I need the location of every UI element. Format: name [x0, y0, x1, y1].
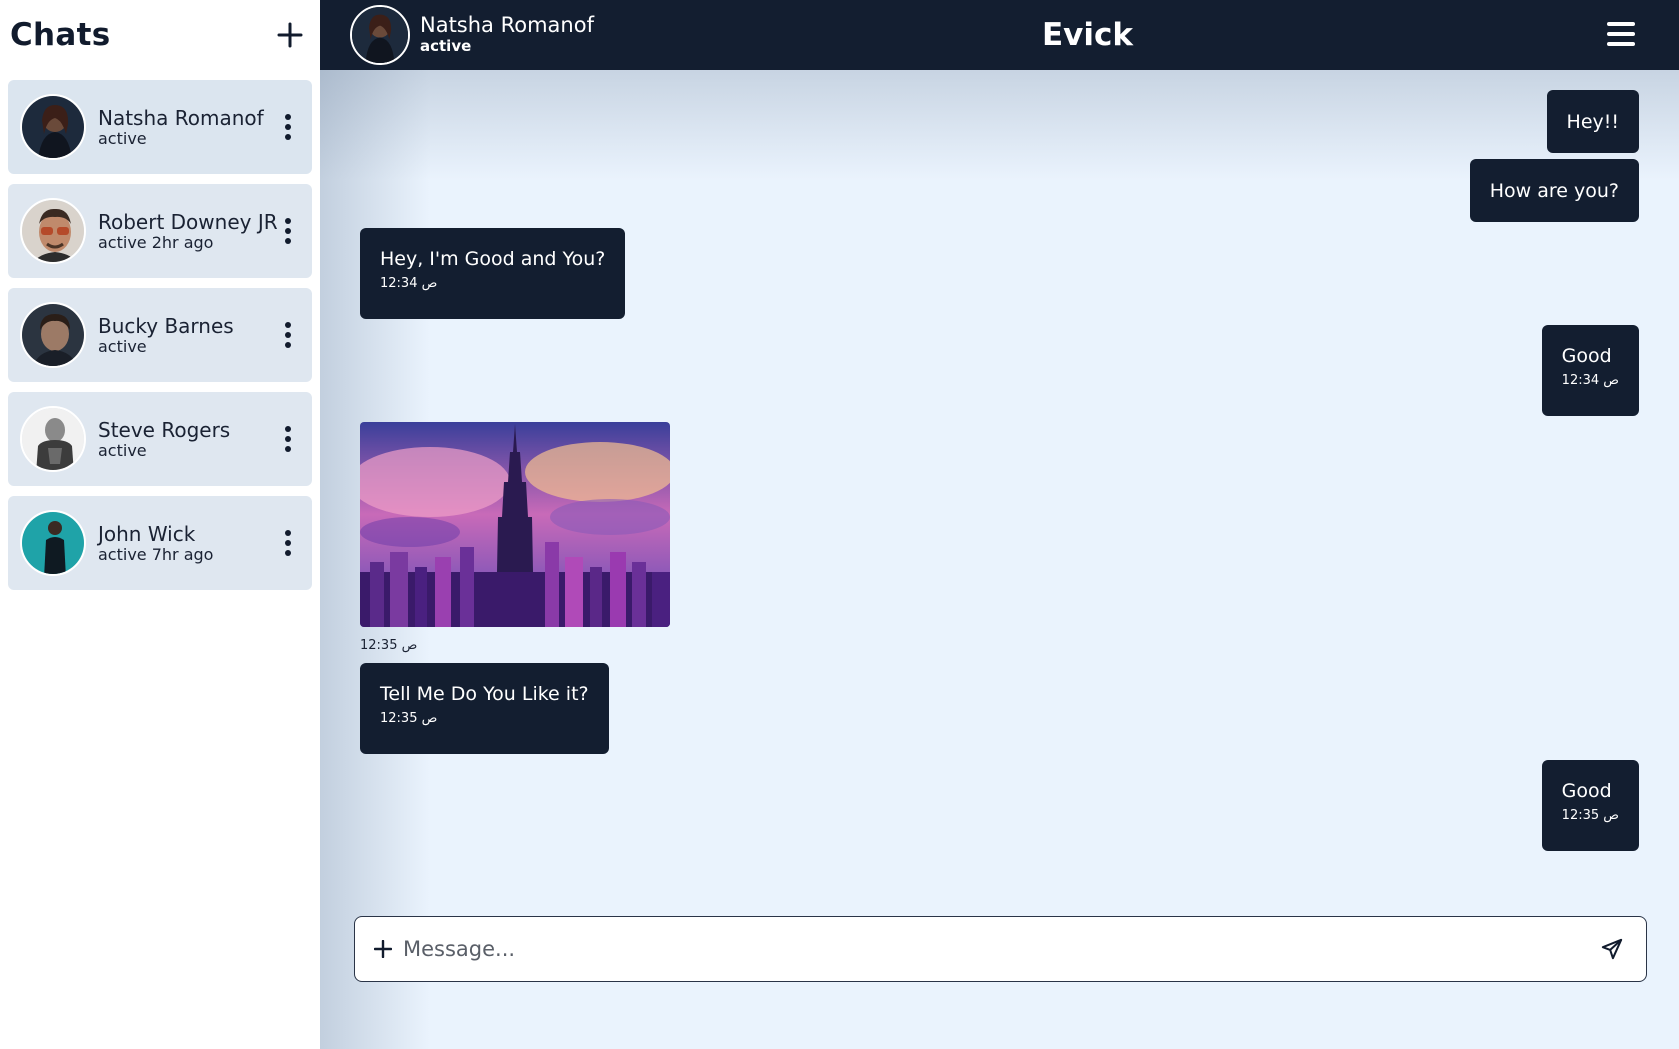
chat-item-john-wick[interactable]: John Wick active 7hr ago: [8, 496, 312, 590]
plus-icon: [374, 940, 392, 958]
hamburger-menu-icon[interactable]: [1607, 22, 1635, 46]
add-chat-button[interactable]: [272, 17, 308, 53]
chat-status: active 7hr ago: [98, 544, 214, 564]
chat-name: Bucky Barnes: [98, 313, 234, 338]
contact-name: Natsha Romanof: [420, 13, 594, 37]
message-time: 12:34 ص: [1561, 373, 1619, 388]
message-text: Hey, I'm Good and You?: [380, 248, 606, 270]
message-time: 12:35 ص: [380, 711, 438, 726]
message-bubble-sent: Good 12:35 ص: [1541, 760, 1639, 851]
chat-item-robert-downey-jr[interactable]: Robert Downey JR active 2hr ago: [8, 184, 312, 278]
send-icon: [1601, 938, 1623, 960]
sidebar-title: Chats: [10, 17, 111, 53]
more-options-icon[interactable]: [276, 317, 300, 353]
message-time: 12:34 ص: [380, 276, 438, 291]
chat-name: Natsha Romanof: [98, 105, 264, 130]
message-image[interactable]: [360, 422, 670, 627]
attach-button[interactable]: [363, 929, 403, 969]
avatar: [20, 94, 86, 160]
avatar: [20, 198, 86, 264]
chat-list: Natsha Romanof active Robert Downey JR a…: [8, 80, 312, 600]
message-bubble-received: Tell Me Do You Like it? 12:35 ص: [360, 663, 609, 754]
message-bubble-sent: Good 12:34 ص: [1541, 325, 1639, 416]
avatar: [20, 406, 86, 472]
chat-header: Natsha Romanof active Evick: [320, 0, 1679, 70]
contact-status: active: [420, 37, 472, 55]
chat-name: Steve Rogers: [98, 417, 231, 442]
plus-icon: [277, 22, 303, 48]
avatar: [20, 302, 86, 368]
sidebar-header: Chats: [0, 0, 320, 70]
contact-info: Natsha Romanof active: [420, 13, 594, 55]
chat-status: active: [98, 336, 147, 356]
chat-name: Robert Downey JR: [98, 209, 278, 234]
message-list: Hey!! How are you? Hey, I'm Good and You…: [320, 70, 1679, 910]
message-text: Hey!!: [1566, 110, 1619, 133]
send-button[interactable]: [1590, 927, 1634, 971]
chat-item-natsha-romanof[interactable]: Natsha Romanof active: [8, 80, 312, 174]
message-composer: [354, 916, 1647, 982]
avatar: [20, 510, 86, 576]
avatar[interactable]: [350, 5, 410, 65]
chat-item-bucky-barnes[interactable]: Bucky Barnes active: [8, 288, 312, 382]
chat-status: active: [98, 440, 147, 460]
message-bubble-received: Hey, I'm Good and You? 12:34 ص: [360, 228, 626, 319]
message-text: Tell Me Do You Like it?: [380, 683, 589, 705]
chat-status: active: [98, 128, 147, 148]
message-time: 12:35 ص: [360, 638, 418, 653]
message-bubble-sent: Hey!!: [1546, 90, 1639, 153]
more-options-icon[interactable]: [276, 525, 300, 561]
more-options-icon[interactable]: [276, 213, 300, 249]
more-options-icon[interactable]: [276, 109, 300, 145]
message-bubble-sent: How are you?: [1469, 159, 1639, 222]
message-text: Good: [1561, 780, 1612, 802]
sidebar: Chats Natsha Romanof active Robert Downe…: [0, 0, 320, 1049]
more-options-icon[interactable]: [276, 421, 300, 457]
message-text: Good: [1561, 345, 1612, 367]
message-text: How are you?: [1489, 179, 1619, 202]
message-time: 12:35 ص: [1561, 808, 1619, 823]
message-input[interactable]: [403, 929, 1590, 969]
chat-item-steve-rogers[interactable]: Steve Rogers active: [8, 392, 312, 486]
chat-panel: Natsha Romanof active Evick Hey!! How ar…: [320, 0, 1679, 1049]
chat-status: active 2hr ago: [98, 232, 214, 252]
chat-name: John Wick: [98, 521, 196, 546]
